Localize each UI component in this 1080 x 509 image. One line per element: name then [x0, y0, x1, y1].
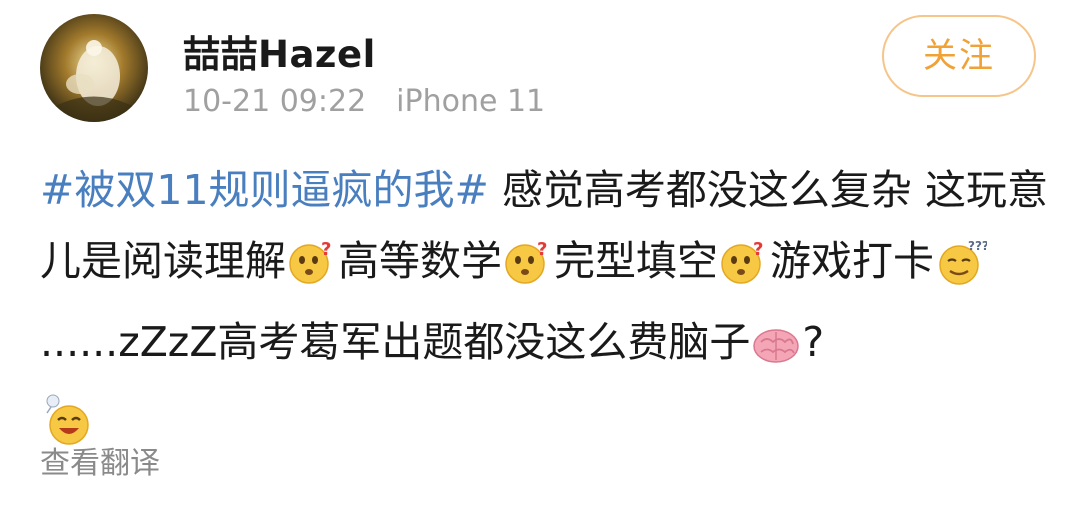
post-text: #被双11规则逼疯的我# 感觉高考都没这么复杂 这玩意儿是阅读理解? 高等数学? 完…	[40, 155, 1050, 469]
hashtag-link[interactable]: #被双11规则逼疯的我#	[40, 166, 489, 214]
post-device: iPhone 11	[396, 84, 546, 119]
svg-text:?: ?	[753, 239, 763, 260]
svg-text:???: ???	[968, 239, 987, 253]
sleepy-emoji-icon: ???	[935, 236, 989, 307]
brain-emoji-icon	[751, 317, 801, 388]
svg-text:?: ?	[537, 239, 547, 260]
username[interactable]: 喆喆Hazel	[183, 24, 376, 78]
avatar[interactable]	[40, 14, 148, 122]
confused-emoji-icon: ?	[503, 236, 553, 307]
view-translation-link[interactable]: 查看翻译	[40, 438, 160, 482]
post-text-segment: 游戏打卡	[770, 237, 934, 285]
confused-emoji-icon: ?	[287, 236, 337, 307]
svg-text:?: ?	[321, 239, 331, 260]
post-meta: 10-21 09:22 iPhone 11	[183, 84, 545, 119]
post-text-segment: 高等数学	[338, 237, 502, 285]
post-time: 10-21 09:22	[183, 84, 367, 119]
follow-button[interactable]: 关注	[882, 15, 1036, 97]
post-text-segment: ......zZzZ高考葛军出题都没这么费脑子	[40, 318, 751, 366]
confused-emoji-icon: ?	[719, 236, 769, 307]
post-text-segment: 完型填空	[554, 237, 718, 285]
post-text-segment: ?	[802, 318, 825, 366]
